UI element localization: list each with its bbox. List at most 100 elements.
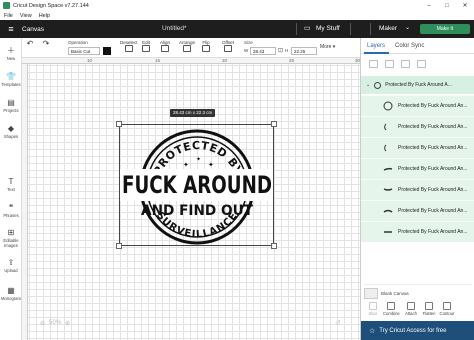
slice-button[interactable]: Slice — [365, 302, 381, 316]
lock-icon[interactable]: ⊡ — [278, 47, 283, 54]
chevron-down-icon[interactable]: ⌄ — [366, 82, 370, 88]
attach-label: Attach — [405, 311, 417, 316]
resize-handle[interactable] — [271, 243, 277, 249]
offset-button[interactable]: Offset — [222, 40, 234, 53]
layer-row[interactable]: Protected By Fuck Around An... — [361, 116, 474, 137]
window-titlebar: Cricut Design Space v7.27.144 – □ ✕ — [0, 0, 474, 11]
rotate-handle[interactable] — [271, 121, 277, 127]
flatten-button[interactable]: Flatten — [421, 302, 437, 316]
window-controls: – □ ✕ — [420, 0, 474, 11]
sidebar-item-label: Templates — [1, 82, 21, 87]
menubar: File View Help — [0, 11, 474, 20]
sidebar-item-editable-images[interactable]: ⊞ Editable Images — [0, 228, 22, 248]
contour-icon — [443, 302, 451, 310]
access-banner-text: Try Cricut Access for free — [379, 327, 447, 334]
height-input[interactable]: 22.25 — [291, 47, 317, 55]
sidebar-item-templates[interactable]: 👕 Templates — [0, 72, 22, 87]
arrange-label: Arrange — [179, 40, 196, 45]
operation-select[interactable]: Basic Cut — [68, 47, 100, 55]
machine-select[interactable]: Maker — [379, 25, 397, 32]
size-label: Size — [244, 40, 253, 45]
maximize-icon[interactable]: □ — [438, 0, 456, 11]
deselect-icon — [124, 45, 133, 52]
edit-label: Edit — [142, 40, 150, 45]
layer-row[interactable]: Protected By Fuck Around An... — [361, 221, 474, 242]
layer-thumbnail — [383, 164, 393, 174]
delete-icon[interactable] — [417, 60, 426, 68]
align-button[interactable]: Align — [160, 40, 170, 53]
layer-row[interactable]: Protected By Fuck Around An... — [361, 95, 474, 116]
group-icon[interactable] — [369, 60, 378, 68]
blank-canvas-label: Blank Canvas — [381, 291, 409, 296]
sidebar-item-text[interactable]: T Text — [0, 177, 22, 192]
minimize-icon[interactable]: – — [420, 0, 438, 11]
close-icon[interactable]: ✕ — [456, 0, 474, 11]
delete-handle[interactable] — [116, 121, 122, 127]
make-it-button[interactable]: Make It — [420, 24, 470, 34]
monogram-icon: ▦ — [7, 286, 15, 295]
sidebar-item-upload[interactable]: ⇪ Upload — [0, 258, 22, 273]
layer-name: Protected By Fuck Around An... — [398, 229, 468, 235]
zoom-in-icon[interactable]: ⊕ — [65, 320, 70, 327]
sidebar-item-phrases[interactable]: ❝ Phrases — [0, 203, 22, 218]
header-divider — [350, 23, 351, 35]
tab-layers[interactable]: Layers — [367, 43, 385, 49]
sidebar-item-label: Shapes — [3, 134, 19, 139]
ruler-mark: 25 — [289, 58, 295, 63]
sidebar-item-label: Editable Images — [3, 238, 19, 248]
more-button[interactable]: More ▾ — [320, 44, 335, 50]
folder-icon[interactable]: ▭ — [304, 24, 311, 32]
panel-tabs: Layers Color Sync — [361, 38, 474, 54]
templates-icon: 👕 — [6, 72, 16, 81]
chevron-down-icon[interactable]: ⌄ — [405, 24, 410, 31]
combine-button[interactable]: Combine — [383, 302, 400, 316]
sidebar-item-shapes[interactable]: ◆ Shapes — [0, 124, 22, 139]
ungroup-icon[interactable] — [385, 60, 394, 68]
layer-name: Protected By Fuck Around An... — [398, 166, 468, 172]
operation-label: Operation — [68, 40, 88, 45]
lock-handle[interactable] — [116, 243, 122, 249]
layer-name: Protected By Fuck Around An... — [398, 145, 468, 151]
hamburger-menu-icon[interactable]: ≡ — [0, 20, 22, 38]
attach-icon — [407, 302, 415, 310]
menu-file[interactable]: File — [4, 13, 13, 19]
duplicate-icon[interactable] — [401, 60, 410, 68]
layer-row[interactable]: Protected By Fuck Around An... — [361, 200, 474, 221]
cricut-access-banner[interactable]: ☆ Try Cricut Access for free — [361, 321, 474, 340]
attach-button[interactable]: Attach — [403, 302, 419, 316]
contour-button[interactable]: Contour — [439, 302, 455, 316]
layer-group[interactable]: ⌄ Protected By Fuck Around A... — [361, 76, 474, 94]
redo-button[interactable]: ↷ — [42, 40, 50, 48]
arrange-icon — [183, 45, 191, 52]
height-prefix: H — [285, 48, 289, 53]
edit-button[interactable]: Edit — [142, 40, 150, 53]
sidebar-item-new[interactable]: ＋ New — [0, 46, 22, 61]
layer-row[interactable]: Protected By Fuck Around An... — [361, 179, 474, 200]
zoom-level: 50% — [49, 320, 62, 326]
menu-view[interactable]: View — [20, 13, 32, 19]
layer-thumbnail — [383, 101, 393, 111]
app-header: ≡ Canvas Untitled* ▭ My Stuff Maker ⌄ Ma… — [0, 20, 474, 38]
my-stuff-link[interactable]: My Stuff — [316, 25, 340, 32]
selection-box[interactable] — [116, 121, 277, 249]
arrange-button[interactable]: Arrange — [179, 40, 195, 53]
deselect-button[interactable]: Deselect — [120, 40, 138, 53]
edit-icon — [142, 45, 150, 52]
canvas-swatch — [364, 288, 378, 299]
menu-help[interactable]: Help — [39, 13, 50, 19]
color-swatch[interactable] — [103, 47, 111, 55]
zoom-out-icon[interactable]: ⊖ — [40, 320, 45, 327]
width-input[interactable]: 28.43 — [250, 47, 276, 55]
layer-row[interactable]: Protected By Fuck Around An... — [361, 137, 474, 158]
flip-button[interactable]: Flip — [202, 40, 210, 53]
combine-icon — [387, 302, 395, 310]
left-ruler — [22, 64, 28, 340]
undo-button[interactable]: ↶ — [26, 40, 34, 48]
layer-group-name: Protected By Fuck Around A... — [385, 82, 452, 88]
sidebar-item-monogram[interactable]: ▦ Monogram — [0, 286, 22, 301]
tab-color-sync[interactable]: Color Sync — [395, 43, 424, 49]
sidebar-item-projects[interactable]: ▤ Projects — [0, 98, 22, 113]
reset-view-icon[interactable]: ↺ — [335, 319, 341, 327]
layer-row[interactable]: Protected By Fuck Around An... — [361, 158, 474, 179]
document-title[interactable]: Untitled* — [162, 25, 187, 32]
